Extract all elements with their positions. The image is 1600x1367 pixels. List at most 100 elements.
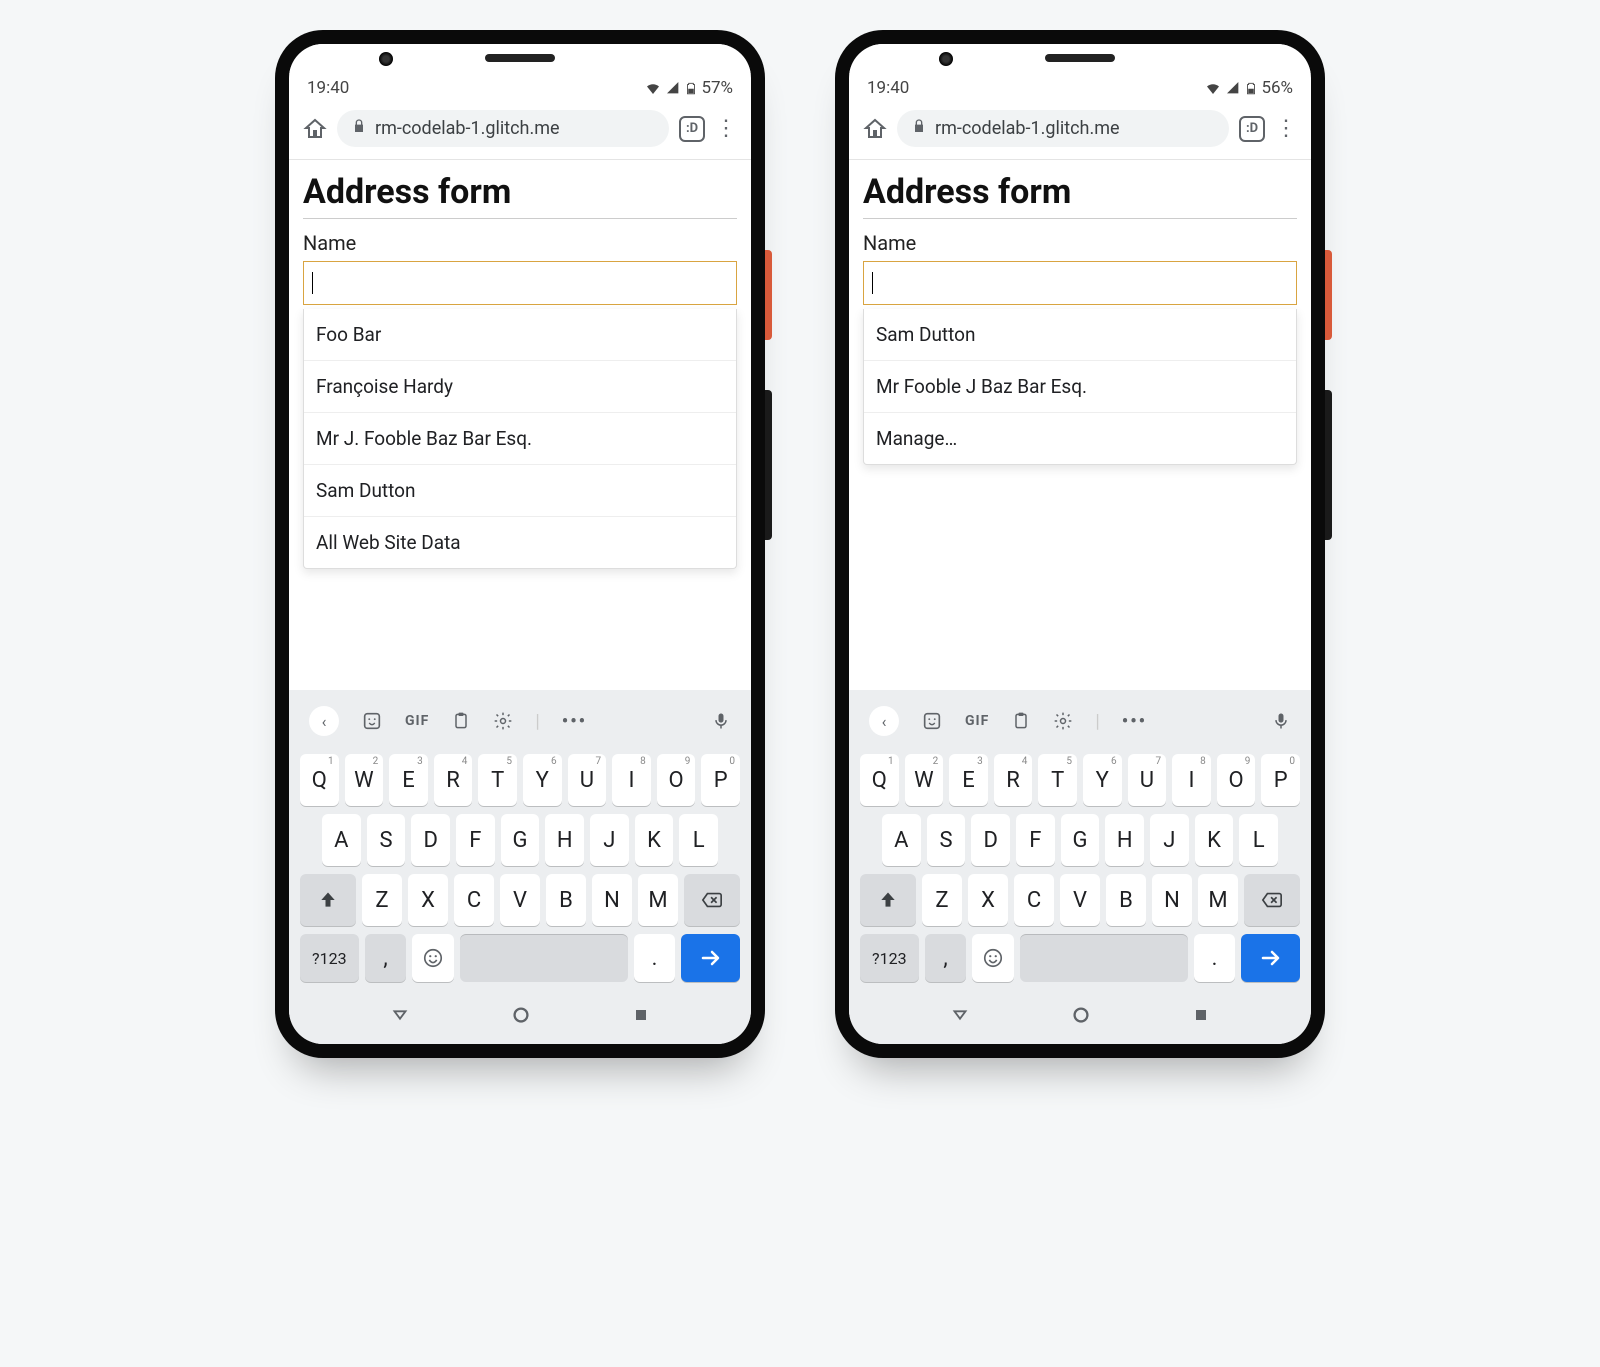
backspace-key[interactable]	[684, 874, 740, 926]
enter-key[interactable]	[681, 934, 740, 982]
home-icon[interactable]	[303, 117, 327, 141]
sticker-icon[interactable]	[921, 710, 943, 732]
key-s[interactable]: S	[927, 814, 966, 866]
tabs-button[interactable]: :D	[1239, 116, 1265, 142]
key-x[interactable]: X	[408, 874, 448, 926]
key-c[interactable]: C	[1014, 874, 1054, 926]
key-y[interactable]: Y6	[523, 754, 562, 806]
mic-icon[interactable]	[711, 711, 731, 731]
gif-button[interactable]: GIF	[965, 713, 989, 729]
key-o[interactable]: O9	[1217, 754, 1256, 806]
clipboard-icon[interactable]	[1011, 711, 1031, 731]
key-t[interactable]: T5	[478, 754, 517, 806]
key-u[interactable]: U7	[568, 754, 607, 806]
key-n[interactable]: N	[592, 874, 632, 926]
key-e[interactable]: E3	[389, 754, 428, 806]
enter-key[interactable]	[1241, 934, 1300, 982]
key-r[interactable]: R4	[994, 754, 1033, 806]
kb-collapse-icon[interactable]: ‹	[869, 706, 899, 736]
comma-key[interactable]: ,	[925, 934, 967, 982]
shift-key[interactable]	[860, 874, 916, 926]
period-key[interactable]: .	[1194, 934, 1236, 982]
mic-icon[interactable]	[1271, 711, 1291, 731]
key-z[interactable]: Z	[362, 874, 402, 926]
symbols-key[interactable]: ?123	[300, 934, 359, 982]
key-g[interactable]: G	[1061, 814, 1100, 866]
space-key[interactable]	[460, 934, 627, 982]
symbols-key[interactable]: ?123	[860, 934, 919, 982]
key-a[interactable]: A	[882, 814, 921, 866]
overflow-menu-icon[interactable]: ⋮	[1275, 118, 1297, 140]
key-w[interactable]: W2	[345, 754, 384, 806]
key-s[interactable]: S	[367, 814, 406, 866]
shift-key[interactable]	[300, 874, 356, 926]
overflow-menu-icon[interactable]: ⋮	[715, 118, 737, 140]
name-input[interactable]	[863, 261, 1297, 305]
settings-icon[interactable]	[493, 711, 513, 731]
key-m[interactable]: M	[1198, 874, 1238, 926]
nav-home-icon[interactable]	[1070, 1004, 1092, 1030]
key-c[interactable]: C	[454, 874, 494, 926]
clipboard-icon[interactable]	[451, 711, 471, 731]
url-bar[interactable]: rm-codelab-1.glitch.me	[337, 110, 669, 147]
autofill-option[interactable]: Foo Bar	[304, 309, 736, 361]
emoji-key[interactable]	[412, 934, 454, 982]
more-icon[interactable]: •••	[562, 711, 587, 732]
key-k[interactable]: K	[635, 814, 674, 866]
key-l[interactable]: L	[1239, 814, 1278, 866]
nav-recent-icon[interactable]	[631, 1005, 651, 1029]
gif-button[interactable]: GIF	[405, 713, 429, 729]
backspace-key[interactable]	[1244, 874, 1300, 926]
key-j[interactable]: J	[1150, 814, 1189, 866]
key-f[interactable]: F	[456, 814, 495, 866]
emoji-key[interactable]	[972, 934, 1014, 982]
nav-home-icon[interactable]	[510, 1004, 532, 1030]
autofill-option[interactable]: Sam Dutton	[304, 465, 736, 517]
key-i[interactable]: I8	[612, 754, 651, 806]
key-w[interactable]: W2	[905, 754, 944, 806]
key-a[interactable]: A	[322, 814, 361, 866]
kb-collapse-icon[interactable]: ‹	[309, 706, 339, 736]
tabs-button[interactable]: :D	[679, 116, 705, 142]
nav-back-icon[interactable]	[389, 1004, 411, 1030]
key-l[interactable]: L	[679, 814, 718, 866]
key-t[interactable]: T5	[1038, 754, 1077, 806]
key-f[interactable]: F	[1016, 814, 1055, 866]
key-p[interactable]: P0	[701, 754, 740, 806]
key-g[interactable]: G	[501, 814, 540, 866]
key-r[interactable]: R4	[434, 754, 473, 806]
nav-back-icon[interactable]	[949, 1004, 971, 1030]
autofill-option[interactable]: Françoise Hardy	[304, 361, 736, 413]
key-d[interactable]: D	[971, 814, 1010, 866]
autofill-option[interactable]: Sam Dutton	[864, 309, 1296, 361]
autofill-option[interactable]: Mr J. Fooble Baz Bar Esq.	[304, 413, 736, 465]
key-q[interactable]: Q1	[300, 754, 339, 806]
key-i[interactable]: I8	[1172, 754, 1211, 806]
key-h[interactable]: H	[1105, 814, 1144, 866]
key-o[interactable]: O9	[657, 754, 696, 806]
key-j[interactable]: J	[590, 814, 629, 866]
key-b[interactable]: B	[546, 874, 586, 926]
key-p[interactable]: P0	[1261, 754, 1300, 806]
space-key[interactable]	[1020, 934, 1187, 982]
key-x[interactable]: X	[968, 874, 1008, 926]
more-icon[interactable]: •••	[1122, 711, 1147, 732]
key-v[interactable]: V	[1060, 874, 1100, 926]
key-q[interactable]: Q1	[860, 754, 899, 806]
key-h[interactable]: H	[545, 814, 584, 866]
key-u[interactable]: U7	[1128, 754, 1167, 806]
autofill-option[interactable]: All Web Site Data	[304, 517, 736, 568]
key-n[interactable]: N	[1152, 874, 1192, 926]
name-input[interactable]	[303, 261, 737, 305]
url-bar[interactable]: rm-codelab-1.glitch.me	[897, 110, 1229, 147]
key-m[interactable]: M	[638, 874, 678, 926]
key-e[interactable]: E3	[949, 754, 988, 806]
key-d[interactable]: D	[411, 814, 450, 866]
autofill-option[interactable]: Manage…	[864, 413, 1296, 464]
key-y[interactable]: Y6	[1083, 754, 1122, 806]
comma-key[interactable]: ,	[365, 934, 407, 982]
key-z[interactable]: Z	[922, 874, 962, 926]
period-key[interactable]: .	[634, 934, 676, 982]
sticker-icon[interactable]	[361, 710, 383, 732]
autofill-option[interactable]: Mr Fooble J Baz Bar Esq.	[864, 361, 1296, 413]
